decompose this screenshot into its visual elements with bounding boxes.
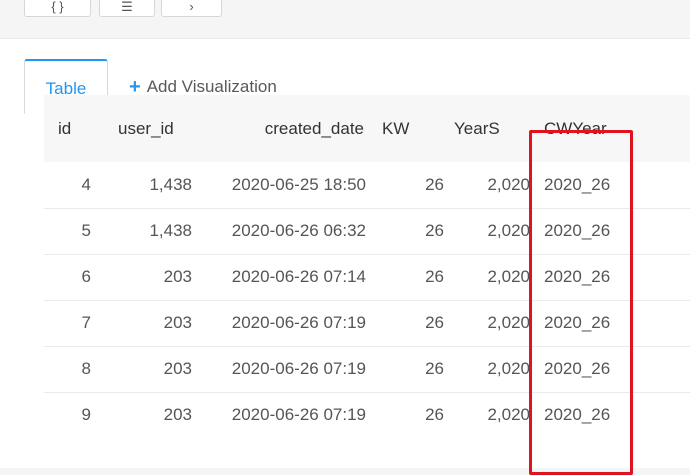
table-row: 5 1,438 2020-06-26 06:32 26 2,020 2020_2… bbox=[44, 208, 690, 254]
cell-kw: 26 bbox=[425, 221, 444, 240]
column-header-cwyear[interactable]: CWYear bbox=[544, 95, 690, 162]
table-row: 4 1,438 2020-06-25 18:50 26 2,020 2020_2… bbox=[44, 162, 690, 208]
column-header-kw[interactable]: KW bbox=[382, 95, 454, 162]
table-row: 9 203 2020-06-26 07:19 26 2,020 2020_26 bbox=[44, 392, 690, 430]
cell-kw: 26 bbox=[425, 313, 444, 332]
cell-cwyear: 2020_26 bbox=[544, 359, 611, 378]
cell-years: 2,020 bbox=[487, 313, 530, 332]
cell-user-id: 1,438 bbox=[149, 221, 192, 240]
cell-id: 6 bbox=[81, 267, 91, 286]
column-header-user-id[interactable]: user_id bbox=[118, 95, 192, 162]
cell-id: 8 bbox=[81, 359, 91, 378]
cell-cwyear: 2020_26 bbox=[544, 313, 611, 332]
list-button[interactable]: ☰ bbox=[99, 0, 155, 17]
column-header-created-date[interactable]: created_date bbox=[192, 95, 382, 162]
cell-kw: 26 bbox=[425, 267, 444, 286]
table-row: 6 203 2020-06-26 07:14 26 2,020 2020_26 bbox=[44, 254, 690, 300]
cell-created-date: 2020-06-26 07:19 bbox=[231, 313, 366, 332]
next-button[interactable]: › bbox=[161, 0, 222, 17]
cell-created-date: 2020-06-26 07:19 bbox=[231, 359, 366, 378]
results-table-container: id user_id created_date KW YearS CWYear … bbox=[44, 95, 690, 430]
column-header-years[interactable]: YearS bbox=[454, 95, 544, 162]
cell-created-date: 2020-06-26 07:19 bbox=[231, 405, 366, 424]
cell-years: 2,020 bbox=[487, 174, 530, 194]
cell-cwyear: 2020_26 bbox=[544, 174, 611, 194]
cell-id: 4 bbox=[81, 174, 91, 194]
column-header-id[interactable]: id bbox=[44, 95, 118, 162]
format-button[interactable]: { } bbox=[24, 0, 91, 17]
cell-cwyear: 2020_26 bbox=[544, 267, 611, 286]
cell-years: 2,020 bbox=[487, 359, 530, 378]
cell-years: 2,020 bbox=[487, 405, 530, 424]
cell-user-id: 203 bbox=[163, 267, 192, 286]
query-toolbar: { } ☰ › bbox=[0, 0, 690, 18]
cell-kw: 26 bbox=[425, 174, 444, 194]
cell-user-id: 1,438 bbox=[149, 174, 192, 194]
cell-id: 9 bbox=[81, 405, 91, 424]
results-table: id user_id created_date KW YearS CWYear … bbox=[44, 95, 690, 430]
add-visualization-label: Add Visualization bbox=[146, 77, 277, 96]
cell-kw: 26 bbox=[425, 359, 444, 378]
table-row: 8 203 2020-06-26 07:19 26 2,020 2020_26 bbox=[44, 346, 690, 392]
cell-user-id: 203 bbox=[163, 405, 192, 424]
cell-created-date: 2020-06-25 18:50 bbox=[231, 174, 366, 194]
cell-created-date: 2020-06-26 07:14 bbox=[231, 267, 366, 286]
table-row: 7 203 2020-06-26 07:19 26 2,020 2020_26 bbox=[44, 300, 690, 346]
cell-cwyear: 2020_26 bbox=[544, 221, 611, 240]
cell-cwyear: 2020_26 bbox=[544, 405, 611, 424]
cell-id: 7 bbox=[81, 313, 91, 332]
cell-id: 5 bbox=[81, 221, 91, 240]
cell-kw: 26 bbox=[425, 405, 444, 424]
cell-years: 2,020 bbox=[487, 221, 530, 240]
table-header-row: id user_id created_date KW YearS CWYear bbox=[44, 95, 690, 162]
cell-user-id: 203 bbox=[163, 359, 192, 378]
cell-user-id: 203 bbox=[163, 313, 192, 332]
cell-years: 2,020 bbox=[487, 267, 530, 286]
cell-created-date: 2020-06-26 06:32 bbox=[231, 221, 366, 240]
